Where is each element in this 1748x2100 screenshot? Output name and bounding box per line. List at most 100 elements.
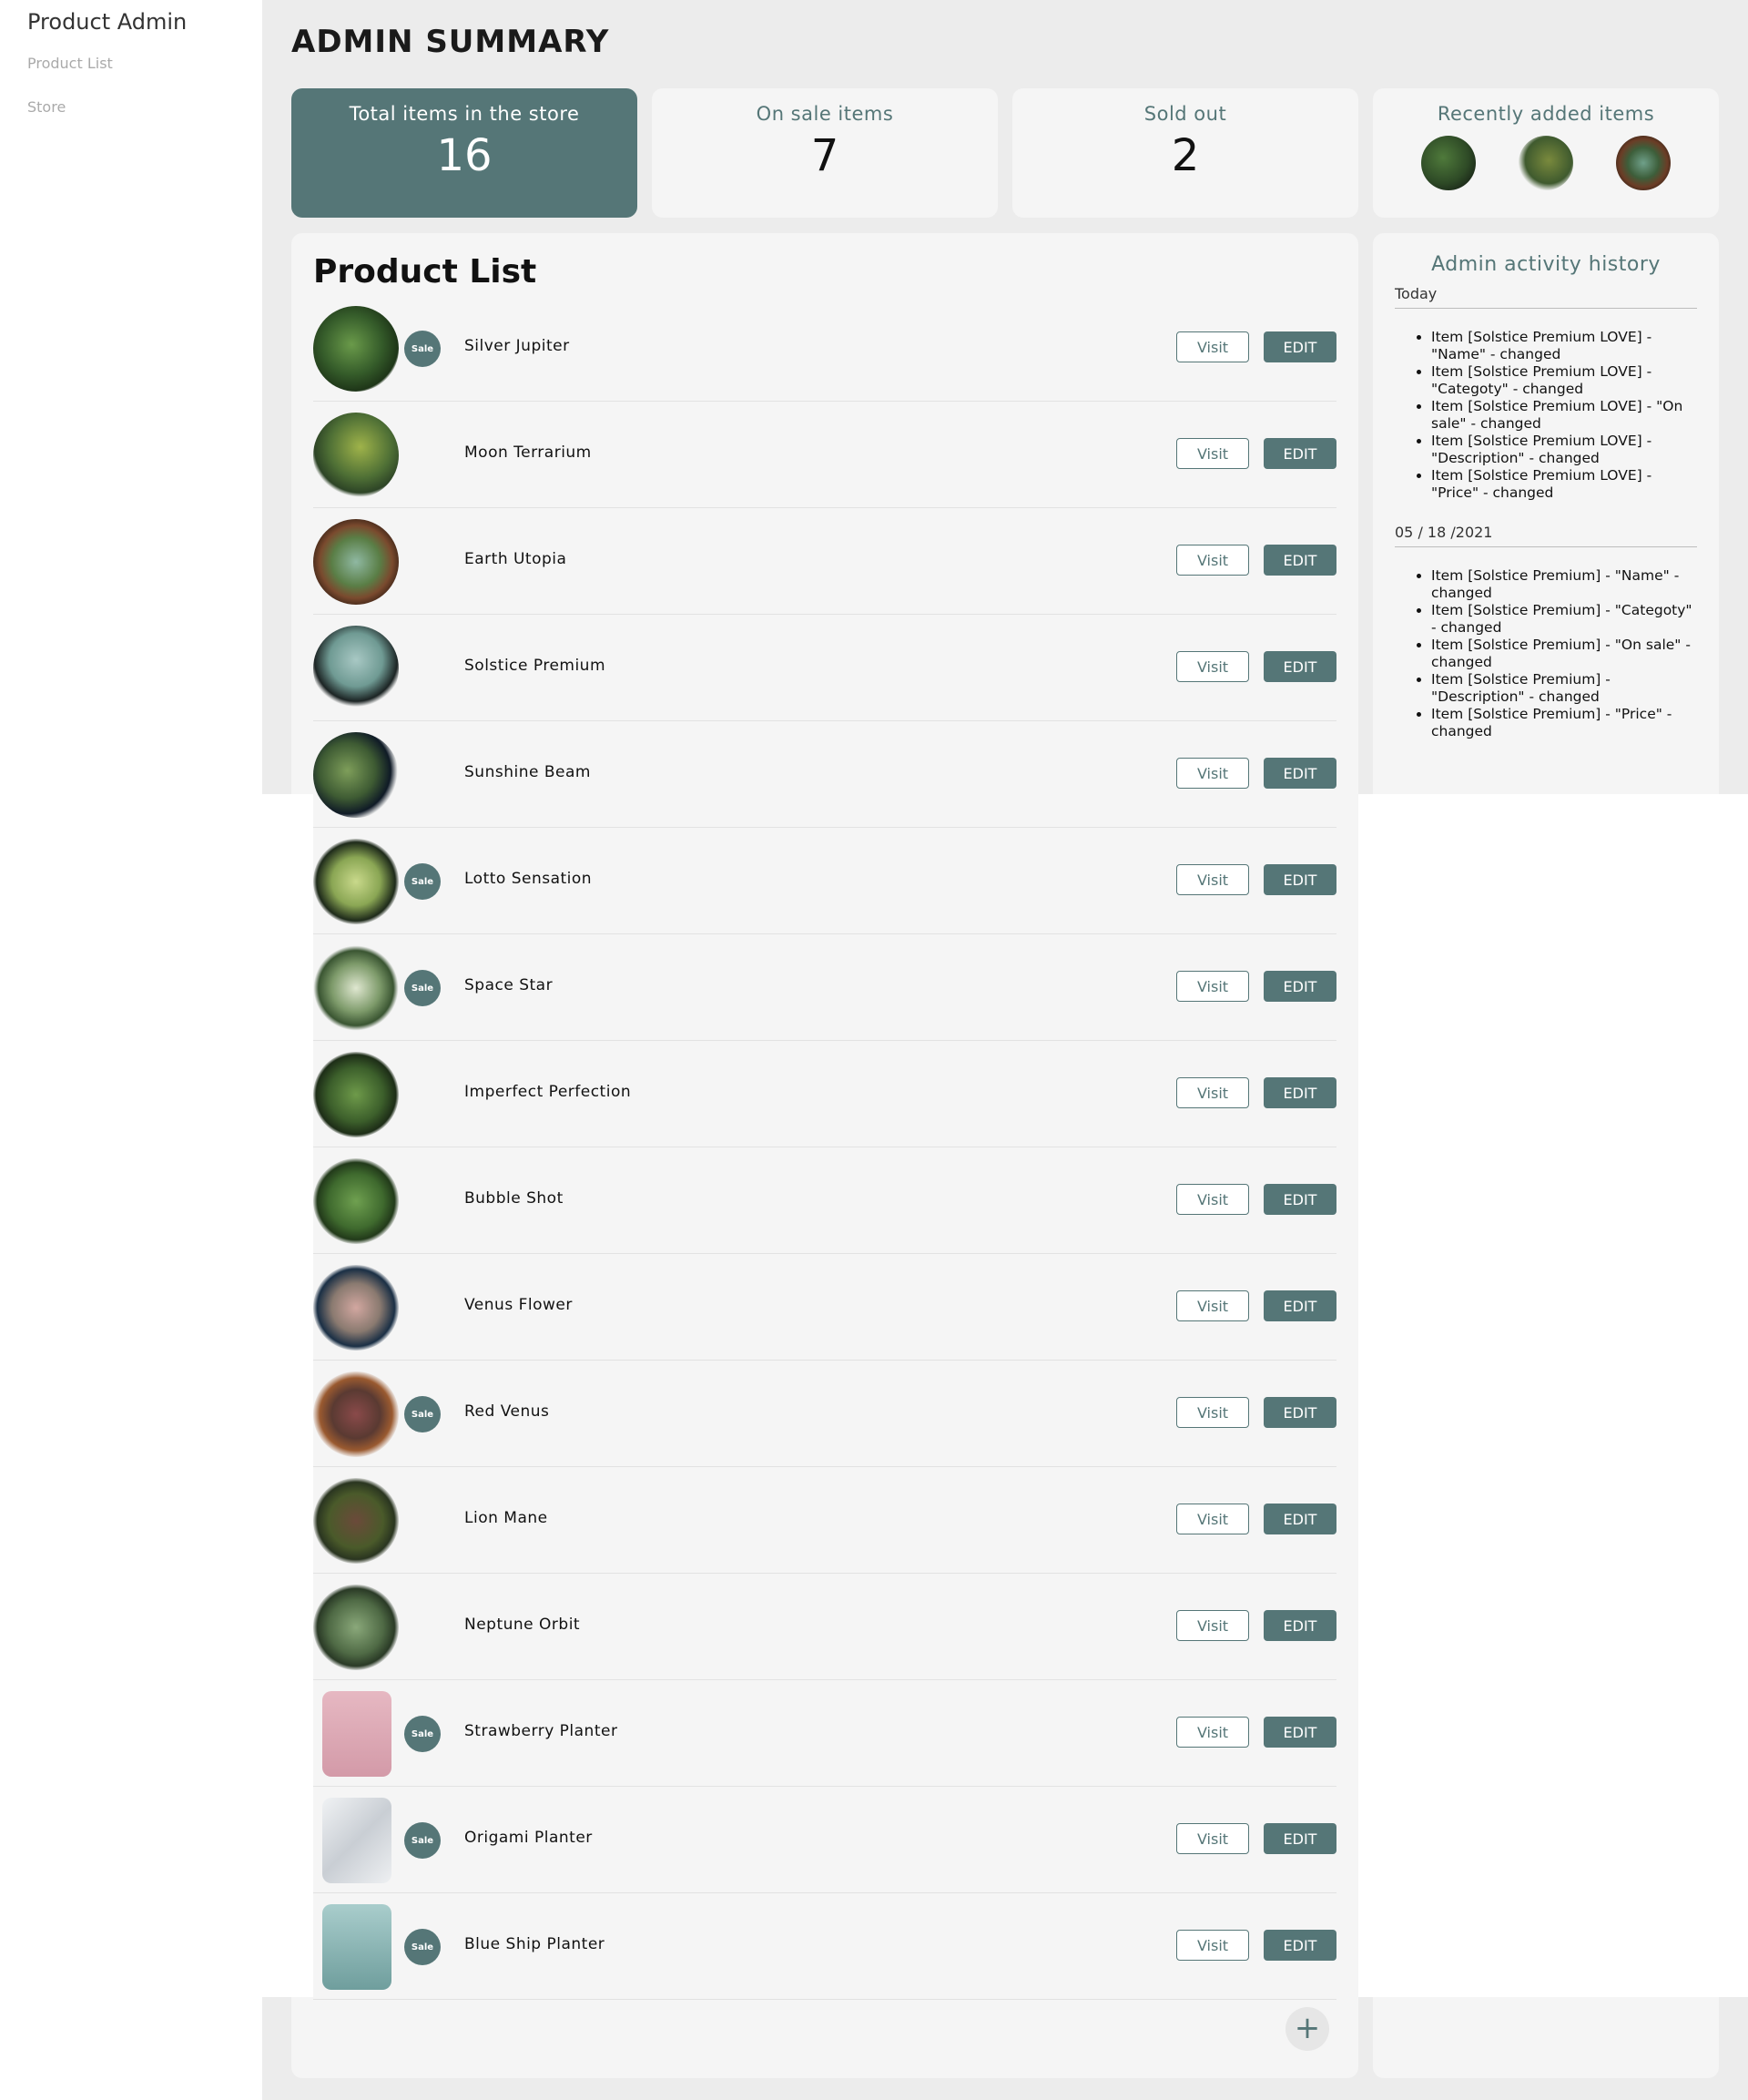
product-image	[313, 1158, 399, 1244]
sidebar-item-store[interactable]: Store	[27, 98, 66, 116]
edit-button[interactable]: EDIT	[1264, 864, 1336, 895]
edit-button[interactable]: EDIT	[1264, 1290, 1336, 1321]
stat-sold-out: Sold out 2	[1012, 88, 1358, 218]
stat-value: 16	[436, 130, 493, 181]
activity-entry: Item [Solstice Premium] - "On sale" - ch…	[1431, 637, 1697, 671]
product-image	[313, 413, 399, 498]
product-image	[322, 1798, 391, 1883]
visit-button[interactable]: Visit	[1176, 758, 1249, 789]
product-name: Lotto Sensation	[464, 870, 593, 888]
edit-button[interactable]: EDIT	[1264, 971, 1336, 1002]
product-image	[313, 1052, 399, 1137]
product-image	[313, 1585, 399, 1670]
visit-button[interactable]: Visit	[1176, 1077, 1249, 1108]
activity-title: Admin activity history	[1431, 253, 1661, 276]
visit-button[interactable]: Visit	[1176, 1290, 1249, 1321]
sale-badge: Sale	[404, 1396, 441, 1432]
edit-button[interactable]: EDIT	[1264, 331, 1336, 362]
add-product-button[interactable]: +	[1286, 2007, 1329, 2051]
product-image	[313, 519, 399, 605]
visit-button[interactable]: Visit	[1176, 651, 1249, 682]
recent-item-image[interactable]	[1421, 136, 1477, 190]
plus-icon: +	[1294, 2010, 1321, 2046]
product-name: Space Star	[464, 976, 554, 994]
stat-label: Recently added items	[1437, 103, 1655, 125]
product-row: Sunshine Beam Visit EDIT	[313, 721, 1336, 828]
edit-button[interactable]: EDIT	[1264, 1184, 1336, 1215]
recent-items	[1373, 136, 1719, 190]
visit-button[interactable]: Visit	[1176, 1823, 1249, 1854]
product-row: Sale Silver Jupiter Visit EDIT	[313, 295, 1336, 402]
edit-button[interactable]: EDIT	[1264, 1610, 1336, 1641]
edit-button[interactable]: EDIT	[1264, 651, 1336, 682]
sidebar-item-product-list[interactable]: Product List	[27, 55, 113, 72]
product-list-title: Product List	[313, 253, 537, 291]
product-name: Origami Planter	[464, 1829, 593, 1847]
product-name: Sunshine Beam	[464, 763, 591, 781]
visit-button[interactable]: Visit	[1176, 864, 1249, 895]
visit-button[interactable]: Visit	[1176, 1610, 1249, 1641]
product-row: Bubble Shot Visit EDIT	[313, 1147, 1336, 1254]
product-row: Sale Lotto Sensation Visit EDIT	[313, 828, 1336, 934]
visit-button[interactable]: Visit	[1176, 1717, 1249, 1748]
recent-item-image[interactable]	[1615, 136, 1671, 190]
activity-group: Today Item [Solstice Premium LOVE] - "Nam…	[1395, 285, 1697, 502]
activity-entry: Item [Solstice Premium] - "Price" - chan…	[1431, 706, 1697, 740]
edit-button[interactable]: EDIT	[1264, 1930, 1336, 1961]
edit-button[interactable]: EDIT	[1264, 758, 1336, 789]
product-name: Imperfect Perfection	[464, 1083, 632, 1101]
product-name: Blue Ship Planter	[464, 1935, 605, 1953]
edit-button[interactable]: EDIT	[1264, 1397, 1336, 1428]
visit-button[interactable]: Visit	[1176, 1397, 1249, 1428]
product-list: Sale Silver Jupiter Visit EDIT Moon Terrariu…	[313, 295, 1336, 2000]
product-row: Sale Strawberry Planter Visit EDIT	[313, 1680, 1336, 1787]
activity-entry: Item [Solstice Premium LOVE] - "Name" - …	[1431, 329, 1697, 363]
sale-badge: Sale	[404, 1822, 441, 1859]
edit-button[interactable]: EDIT	[1264, 438, 1336, 469]
product-row: Neptune Orbit Visit EDIT	[313, 1574, 1336, 1680]
stat-value: 2	[1171, 130, 1200, 181]
product-list-card: Product List Sale Silver Jupiter Visit EDIT…	[291, 233, 1358, 2078]
visit-button[interactable]: Visit	[1176, 1930, 1249, 1961]
product-row: Solstice Premium Visit EDIT	[313, 615, 1336, 721]
product-row: Sale Space Star Visit EDIT	[313, 934, 1336, 1041]
product-image	[313, 1371, 399, 1457]
activity-entry: Item [Solstice Premium LOVE] - "Categoty…	[1431, 363, 1697, 398]
product-name: Red Venus	[464, 1402, 550, 1421]
product-row: Sale Blue Ship Planter Visit EDIT	[313, 1893, 1336, 2000]
edit-button[interactable]: EDIT	[1264, 1717, 1336, 1748]
edit-button[interactable]: EDIT	[1264, 1823, 1336, 1854]
product-row: Sale Red Venus Visit EDIT	[313, 1361, 1336, 1467]
visit-button[interactable]: Visit	[1176, 971, 1249, 1002]
product-row: Sale Origami Planter Visit EDIT	[313, 1787, 1336, 1893]
product-name: Earth Utopia	[464, 550, 567, 568]
product-row: Imperfect Perfection Visit EDIT	[313, 1041, 1336, 1147]
sale-badge: Sale	[404, 1929, 441, 1965]
sale-badge: Sale	[404, 1716, 441, 1752]
visit-button[interactable]: Visit	[1176, 331, 1249, 362]
sidebar: Product Admin Product List Store	[0, 0, 262, 2100]
activity-entry: Item [Solstice Premium LOVE] - "Price" -…	[1431, 467, 1697, 502]
activity-group: 05 / 18 /2021 Item [Solstice Premium] - "…	[1395, 524, 1697, 740]
visit-button[interactable]: Visit	[1176, 1184, 1249, 1215]
edit-button[interactable]: EDIT	[1264, 1504, 1336, 1534]
activity-groups: Today Item [Solstice Premium LOVE] - "Nam…	[1373, 285, 1719, 740]
edit-button[interactable]: EDIT	[1264, 1077, 1336, 1108]
product-row: Venus Flower Visit EDIT	[313, 1254, 1336, 1361]
stat-label: Sold out	[1143, 103, 1227, 125]
activity-entry: Item [Solstice Premium] - "Description" …	[1431, 671, 1697, 706]
recent-item-image[interactable]	[1518, 136, 1573, 190]
visit-button[interactable]: Visit	[1176, 545, 1249, 576]
product-name: Lion Mane	[464, 1509, 548, 1527]
edit-button[interactable]: EDIT	[1264, 545, 1336, 576]
product-name: Moon Terrarium	[464, 443, 592, 462]
page-title: ADMIN SUMMARY	[291, 24, 610, 60]
product-image	[313, 626, 399, 711]
activity-list: Item [Solstice Premium LOVE] - "Name" - …	[1431, 329, 1697, 502]
product-image	[313, 306, 399, 392]
visit-button[interactable]: Visit	[1176, 438, 1249, 469]
product-name: Bubble Shot	[464, 1189, 564, 1208]
stat-recently-added: Recently added items	[1373, 88, 1719, 218]
stat-total-items: Total items in the store 16	[291, 88, 637, 218]
visit-button[interactable]: Visit	[1176, 1504, 1249, 1534]
